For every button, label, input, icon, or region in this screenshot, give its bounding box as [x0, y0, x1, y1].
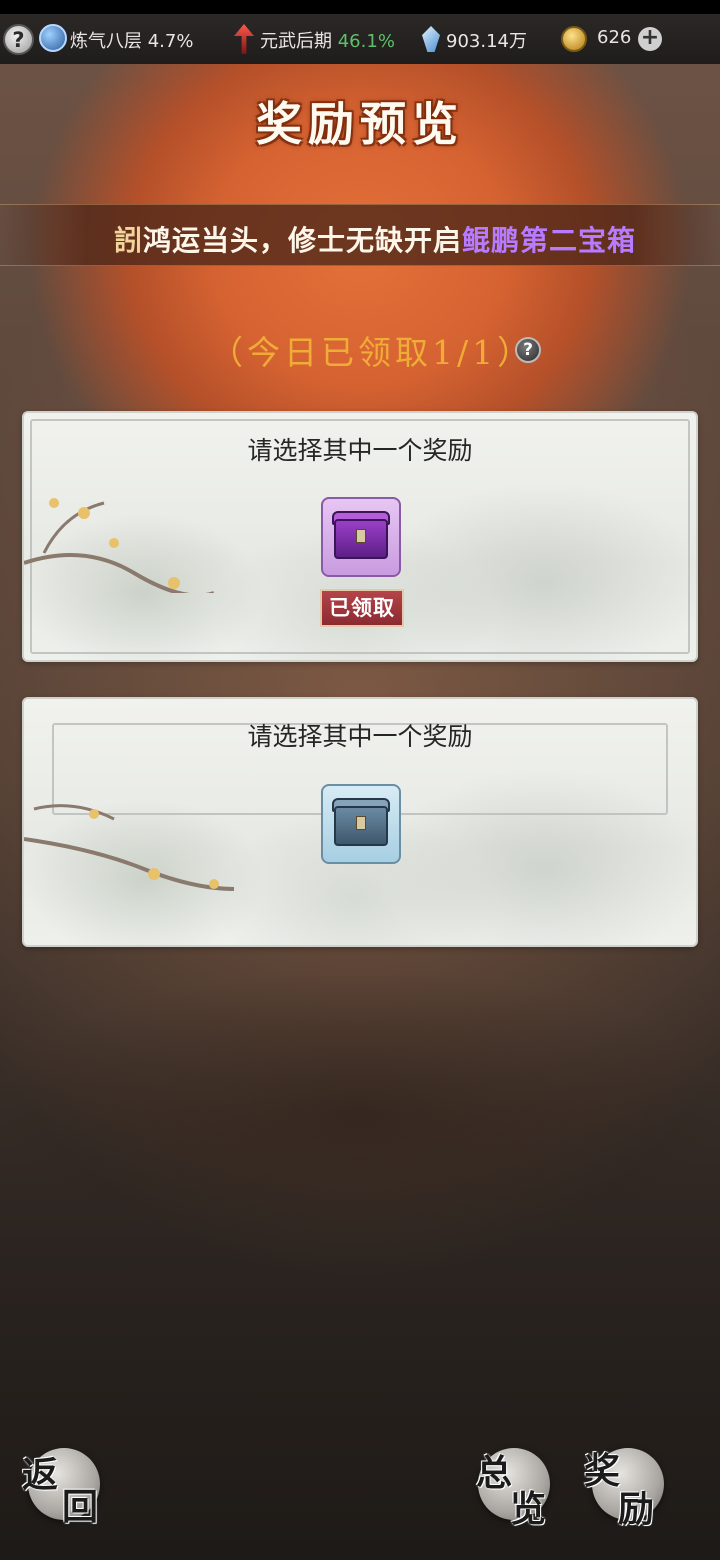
plus-icon: + — [640, 25, 660, 50]
martial-level: 元武后期 46.1% — [260, 31, 395, 52]
reward-card-1: 请选择其中一个奖励 已领取 — [22, 411, 698, 662]
branch-decoration — [24, 804, 235, 891]
add-coins-button[interactable]: + — [638, 27, 662, 51]
banner-text: 鸿运当头，修士无缺开启 — [143, 224, 463, 257]
branch-decoration — [24, 498, 214, 593]
purple-chest-icon[interactable] — [321, 497, 401, 577]
card-title: 请选择其中一个奖励 — [247, 436, 473, 465]
back-button-label-top[interactable]: 返 — [22, 1446, 58, 1498]
banner-highlight: 鲲鹏第二宝箱 — [462, 224, 637, 257]
page-title: 奖励预览 — [256, 97, 464, 151]
question-icon: ? — [523, 340, 533, 360]
claimed-badge: 已领取 — [320, 589, 404, 627]
banner-lead: 訠 — [114, 224, 144, 257]
announcement-banner: 訠鸿运当头，修士无缺开启鲲鹏第二宝箱 — [0, 204, 720, 266]
question-icon: ? — [12, 27, 25, 52]
reward-button-label-top[interactable]: 奖 — [584, 1442, 620, 1494]
help-button[interactable]: ? — [3, 24, 34, 55]
reward-card-2: 请选择其中一个奖励 — [22, 697, 698, 947]
blue-chest-icon[interactable] — [321, 784, 401, 864]
spirit-stone-count: 903.14万 — [446, 31, 527, 52]
coin-count: 626 — [597, 27, 632, 48]
overview-button-label-bottom[interactable]: 览 — [510, 1480, 546, 1532]
daily-claim-status: （今日已领取1/1） — [210, 333, 535, 372]
martial-rune-icon — [234, 24, 254, 54]
card-title: 请选择其中一个奖励 — [247, 722, 473, 751]
status-bar — [0, 0, 720, 14]
claim-help-button[interactable]: ? — [515, 337, 541, 363]
cultivation-level: 炼气八层 4.7% — [70, 31, 194, 52]
coin-icon — [561, 26, 587, 52]
reward-preview-screen: ? 炼气八层 4.7% 元武后期 46.1% 903.14万 626 + 奖励预… — [0, 0, 720, 1560]
back-button-label-bottom[interactable]: 回 — [62, 1478, 98, 1530]
overview-button-label-top[interactable]: 总 — [476, 1444, 512, 1496]
resource-bar: ? 炼气八层 4.7% 元武后期 46.1% 903.14万 626 + — [0, 14, 720, 64]
taiji-icon — [39, 24, 67, 52]
spirit-stone-icon — [422, 26, 440, 52]
reward-button-label-bottom[interactable]: 励 — [618, 1480, 654, 1532]
